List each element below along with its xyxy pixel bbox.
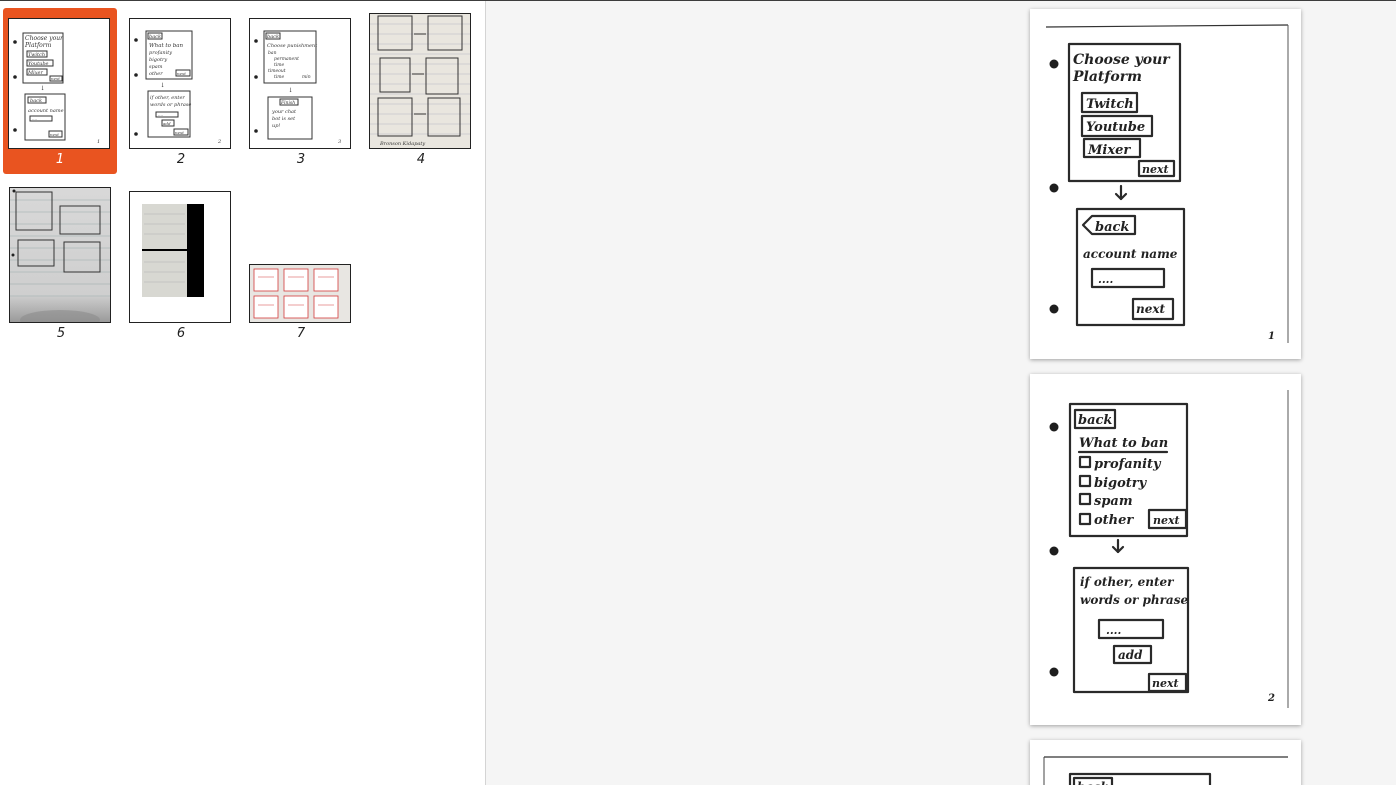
thumbnail-label-6: 6 (176, 326, 186, 341)
punch-hole-icon (1049, 59, 1059, 69)
svg-text:time: time (274, 62, 285, 68)
thumbnail-label-1: 1 (55, 152, 65, 167)
svg-text:Mixer: Mixer (27, 70, 43, 76)
svg-text:add: add (1118, 648, 1143, 662)
thumbnail-image-3: back Choose punishment ban permanent tim… (249, 18, 351, 149)
thumbnail-page-2[interactable]: back What to ban profanity bigotry spam … (124, 8, 238, 174)
document-viewer[interactable]: Choose your Platform Twitch Youtube Mixe… (486, 1, 1396, 785)
svg-text:What to ban: What to ban (149, 43, 184, 49)
svg-text:back: back (1078, 413, 1112, 428)
svg-text:profanity: profanity (1094, 457, 1162, 472)
thumbnail-image-5 (9, 187, 111, 323)
svg-text:other: other (149, 71, 163, 77)
svg-text:up!: up! (272, 123, 280, 129)
svg-text:Twitch: Twitch (28, 52, 45, 58)
svg-text:next: next (1136, 302, 1166, 316)
thumbnail-page-6[interactable]: 6 (124, 182, 238, 348)
thumbnail-page-3[interactable]: back Choose punishment ban permanent tim… (244, 8, 358, 174)
punch-hole-icon (1049, 546, 1059, 556)
svg-text:permanent: permanent (274, 56, 299, 62)
svg-text:Choose your: Choose your (25, 35, 64, 42)
svg-text:add: add (163, 121, 171, 126)
thumbnail-image-4: Bronson Kidapaty (369, 13, 471, 149)
svg-text:next: next (1153, 514, 1180, 527)
svg-text:Platform: Platform (24, 42, 52, 49)
punch-hole-icon (1049, 304, 1059, 314)
document-page-1: Choose your Platform Twitch Youtube Mixe… (1030, 9, 1301, 359)
svg-text:account name: account name (28, 108, 64, 114)
svg-text:1: 1 (1268, 331, 1275, 342)
svg-text:3: 3 (338, 139, 341, 145)
svg-text:....: .... (1106, 624, 1121, 637)
svg-text:2: 2 (1267, 693, 1275, 704)
svg-text:next: next (175, 130, 184, 135)
svg-text:back: back (149, 34, 161, 40)
thumbnail-sidebar[interactable]: Choose your Platform Twitch Youtube Mixe… (0, 1, 486, 785)
thumbnail-label-2: 2 (176, 152, 186, 167)
svg-text:Finish: Finish (280, 100, 295, 106)
svg-text:next: next (1142, 163, 1169, 176)
thumbnail-image-7 (249, 264, 351, 323)
svg-text:next: next (50, 132, 59, 137)
svg-text:ban: ban (268, 50, 277, 56)
thumbnail-page-1[interactable]: Choose your Platform Twitch Youtube Mixe… (3, 8, 117, 174)
svg-text:back: back (1095, 220, 1129, 235)
svg-text:↓: ↓ (160, 82, 165, 89)
svg-text:if other, enter: if other, enter (150, 95, 185, 101)
svg-text:back: back (30, 98, 42, 104)
svg-text:other: other (1094, 513, 1134, 528)
punch-hole-icon (1049, 667, 1059, 677)
svg-text:Choose your: Choose your (1073, 52, 1171, 68)
svg-text:next: next (51, 76, 60, 81)
svg-text:bigotry: bigotry (149, 57, 167, 63)
svg-text:Bronson Kidapaty: Bronson Kidapaty (379, 141, 425, 147)
svg-text:....: .... (158, 112, 163, 117)
thumbnail-label-3: 3 (296, 152, 306, 167)
document-page-2: back What to ban profanity bigotry spam … (1030, 374, 1301, 725)
svg-text:back: back (1077, 780, 1109, 785)
thumbnail-page-4[interactable]: Bronson Kidapaty 4 (364, 8, 478, 174)
document-page-3: back (1030, 740, 1301, 785)
svg-text:min: min (302, 74, 311, 80)
thumbnail-label-7: 7 (296, 326, 306, 341)
svg-text:1: 1 (97, 139, 100, 145)
svg-text:timeout: timeout (268, 68, 286, 74)
svg-text:Choose punishment: Choose punishment (267, 43, 318, 49)
svg-text:2: 2 (217, 139, 221, 145)
svg-text:your chat: your chat (271, 109, 297, 115)
svg-text:....: .... (32, 116, 37, 121)
thumbnail-label-4: 4 (416, 152, 426, 167)
svg-text:↓: ↓ (288, 87, 293, 94)
svg-text:words or phrase: words or phrase (150, 102, 191, 108)
svg-text:What to ban: What to ban (1079, 436, 1168, 451)
svg-text:Platform: Platform (1072, 69, 1142, 85)
svg-text:time: time (274, 74, 285, 80)
svg-text:if other, enter: if other, enter (1080, 575, 1175, 589)
svg-text:spam: spam (1094, 494, 1133, 509)
punch-hole-icon (1049, 183, 1059, 193)
thumbnail-page-7[interactable]: 7 (244, 182, 358, 348)
svg-text:profanity: profanity (149, 50, 172, 56)
svg-text:bigotry: bigotry (1094, 476, 1148, 491)
svg-text:spam: spam (149, 64, 163, 70)
svg-text:next: next (177, 71, 186, 76)
svg-text:Twitch: Twitch (1086, 97, 1134, 112)
svg-text:account name: account name (1083, 247, 1178, 261)
svg-text:Youtube: Youtube (28, 61, 49, 67)
thumbnail-page-5[interactable]: 5 (4, 182, 118, 348)
svg-text:....: .... (1098, 273, 1113, 286)
svg-text:back: back (267, 34, 279, 40)
thumbnail-image-6 (129, 191, 231, 323)
svg-text:words or phrase: words or phrase (1080, 593, 1188, 607)
svg-text:↓: ↓ (40, 85, 45, 92)
svg-text:bot is set: bot is set (272, 116, 296, 122)
thumbnail-image-1: Choose your Platform Twitch Youtube Mixe… (8, 18, 110, 149)
punch-hole-icon (1049, 422, 1059, 432)
svg-text:Youtube: Youtube (1086, 120, 1145, 135)
svg-text:Mixer: Mixer (1087, 143, 1131, 158)
thumbnail-image-2: back What to ban profanity bigotry spam … (129, 18, 231, 149)
svg-text:next: next (1152, 677, 1179, 690)
thumbnail-label-5: 5 (56, 326, 66, 341)
